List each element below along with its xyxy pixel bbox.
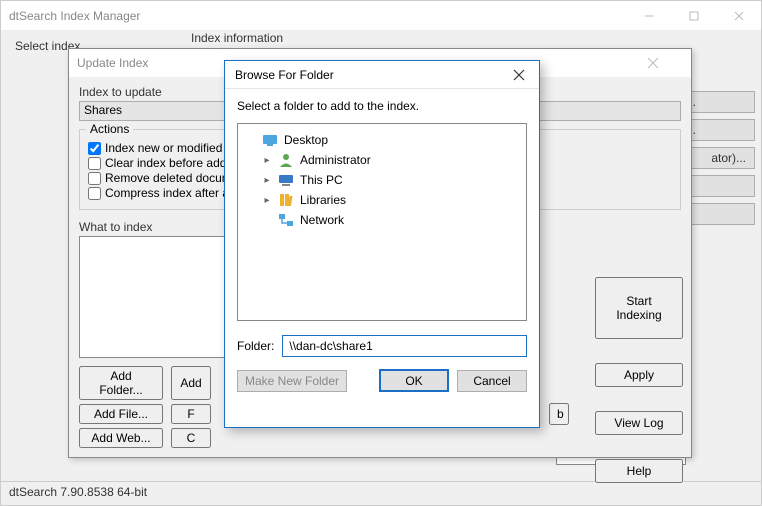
maximize-button[interactable] (671, 1, 716, 31)
close-icon (513, 69, 525, 81)
browse-body: Select a folder to add to the index. Des… (225, 89, 539, 402)
update-title: Update Index (77, 56, 148, 70)
make-new-folder-button[interactable]: Make New Folder (237, 370, 347, 392)
tree-label: This PC (300, 173, 343, 187)
minimize-button[interactable] (626, 1, 671, 31)
statusbar: dtSearch 7.90.8538 64-bit (1, 481, 761, 505)
user-icon (278, 152, 294, 168)
close-icon (734, 11, 744, 21)
network-icon (278, 212, 294, 228)
update-close-button[interactable] (647, 57, 687, 69)
window-chrome (626, 1, 761, 31)
tree-label: Network (300, 213, 344, 227)
tree-item-libraries[interactable]: ▸ Libraries (242, 190, 522, 210)
index-information-label: Index information (191, 31, 283, 45)
add-button-row-3: Add Web... C (79, 428, 681, 448)
tree-label: Desktop (284, 133, 328, 147)
chk-clear-index-label: Clear index before addin (105, 156, 236, 170)
browse-instruction: Select a folder to add to the index. (237, 99, 527, 113)
folder-input[interactable] (282, 335, 527, 357)
chevron-right-icon[interactable]: ▸ (262, 195, 272, 206)
folder-input-row: Folder: (237, 335, 527, 357)
browse-button-row: Make New Folder OK Cancel (237, 369, 527, 392)
minimize-icon (644, 11, 654, 21)
browse-title: Browse For Folder (235, 68, 334, 82)
view-log-button[interactable]: View Log (595, 411, 683, 435)
update-right-column: Start Indexing Apply View Log Help (595, 277, 683, 483)
chevron-right-icon[interactable]: ▸ (262, 155, 272, 166)
start-indexing-button[interactable]: Start Indexing (595, 277, 683, 339)
browse-titlebar: Browse For Folder (225, 61, 539, 89)
chk-compress-label: Compress index after ad (105, 186, 236, 200)
help-button[interactable]: Help (595, 459, 683, 483)
f-button[interactable]: F (171, 404, 211, 424)
tree-item-this-pc[interactable]: ▸ This PC (242, 170, 522, 190)
folder-label: Folder: (237, 339, 274, 353)
desktop-icon (262, 132, 278, 148)
add-generic-button[interactable]: Add (171, 366, 211, 400)
browse-close-button[interactable] (505, 64, 533, 86)
close-button[interactable] (716, 1, 761, 31)
chk-remove-deleted[interactable] (88, 172, 101, 185)
tree-label: Libraries (300, 193, 346, 207)
add-web-button[interactable]: Add Web... (79, 428, 163, 448)
actions-legend: Actions (86, 122, 133, 136)
ok-button[interactable]: OK (379, 369, 449, 392)
cancel-button[interactable]: Cancel (457, 370, 527, 392)
main-title: dtSearch Index Manager (9, 9, 140, 23)
chk-compress[interactable] (88, 187, 101, 200)
computer-icon (278, 172, 294, 188)
browse-folder-dialog: Browse For Folder Select a folder to add… (224, 60, 540, 428)
add-folder-button[interactable]: Add Folder... (79, 366, 163, 400)
tree-label: Administrator (300, 153, 371, 167)
tree-item-desktop[interactable]: Desktop (242, 130, 522, 150)
libraries-icon (278, 192, 294, 208)
b-button[interactable]: b (549, 403, 569, 425)
chevron-right-icon[interactable]: ▸ (262, 175, 272, 186)
folder-tree[interactable]: Desktop ▸ Administrator ▸ This PC ▸ (237, 123, 527, 321)
apply-button[interactable]: Apply (595, 363, 683, 387)
chk-remove-deleted-label: Remove deleted docume (105, 171, 238, 185)
tree-item-network[interactable]: Network (242, 210, 522, 230)
close-icon (647, 57, 659, 69)
main-titlebar: dtSearch Index Manager (1, 1, 761, 31)
c-button[interactable]: C (171, 428, 211, 448)
chk-clear-index[interactable] (88, 157, 101, 170)
chk-index-new[interactable] (88, 142, 101, 155)
chk-index-new-label: Index new or modified do (105, 141, 239, 155)
add-file-button[interactable]: Add File... (79, 404, 163, 424)
maximize-icon (689, 11, 699, 21)
tree-item-administrator[interactable]: ▸ Administrator (242, 150, 522, 170)
